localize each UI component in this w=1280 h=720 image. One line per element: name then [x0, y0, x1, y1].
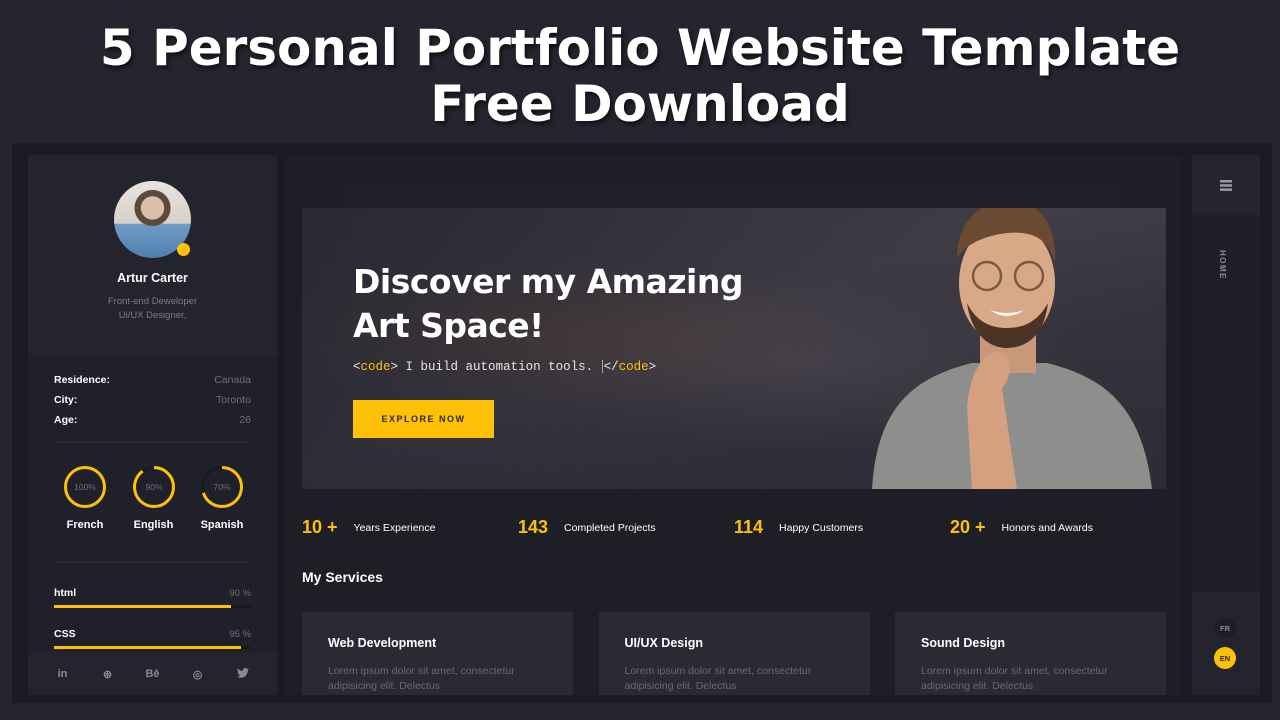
profile-card: Artur Carter Front-end Deweloper Ui/UX D… — [28, 155, 277, 357]
hero-title: Discover my Amazing Art Space! — [353, 260, 813, 348]
explore-now-button[interactable]: EXPLORE NOW — [353, 400, 494, 438]
banner-title-line2: Free Download — [430, 75, 850, 133]
info-key: Age: — [54, 414, 78, 426]
hero-title-line: Discover my Amazing — [353, 262, 743, 301]
behance-icon[interactable]: Bē — [143, 668, 163, 680]
skill-track — [54, 605, 251, 608]
info-row-residence: Residence: Canada — [54, 374, 251, 394]
stat-value: 143 — [518, 517, 549, 537]
ring-label: 90% — [145, 482, 162, 492]
service-description: Lorem ipsum dolor sit amet, consectetur … — [921, 665, 1108, 692]
language-name: Spanish — [200, 519, 244, 531]
language-skills: 100% French 90% English 70% Spanish — [54, 465, 251, 531]
info-key: City: — [54, 394, 78, 406]
lang-fr-button[interactable]: FR — [1214, 617, 1236, 639]
skill-item: html 90 % — [54, 587, 251, 628]
progress-ring: 70% — [201, 466, 243, 508]
text-cursor — [601, 360, 603, 374]
info-value: Toronto — [215, 394, 251, 406]
stat-item: 114 Happy Customers — [734, 517, 950, 538]
stat-item: 10 + Years Experience — [302, 517, 518, 538]
language-item: 90% English — [131, 465, 177, 531]
language-name: English — [133, 519, 174, 531]
typed-text: I build automation tools. — [398, 360, 601, 374]
service-card[interactable]: UI/UX Design Lorem ipsum dolor sit amet,… — [598, 612, 870, 695]
service-title: UI/UX Design — [624, 636, 704, 650]
language-item: 100% French — [62, 465, 108, 531]
profile-sidebar: Artur Carter Front-end Deweloper Ui/UX D… — [28, 155, 277, 695]
right-nav-bar: HOME FR EN — [1192, 155, 1260, 695]
skill-fill — [54, 646, 242, 649]
stats-row: 10 + Years Experience 143 Completed Proj… — [302, 517, 1166, 538]
service-description: Lorem ipsum dolor sit amet, consectetur … — [328, 665, 515, 692]
ring-label: 100% — [74, 482, 96, 492]
service-card[interactable]: Sound Design Lorem ipsum dolor sit amet,… — [895, 612, 1166, 695]
info-key: Residence: — [54, 374, 111, 386]
language-name: French — [66, 519, 104, 531]
page-banner: 5 Personal Portfolio Website Template Fr… — [0, 0, 1280, 143]
stat-item: 20 + Honors and Awards — [950, 517, 1166, 538]
service-description: Lorem ipsum dolor sit amet, consectetur … — [624, 665, 812, 692]
stat-value: 20 + — [950, 517, 986, 537]
avatar — [114, 181, 191, 258]
language-switcher: FR EN — [1192, 592, 1260, 695]
info-row-city: City: Toronto — [54, 394, 251, 414]
divider — [54, 562, 251, 563]
main-content: Discover my Amazing Art Space! <code> I … — [286, 155, 1182, 695]
services-heading: My Services — [302, 569, 383, 585]
hero-person-image — [872, 208, 1152, 489]
info-value: 26 — [239, 414, 251, 426]
role-line: Ui/UX Designer, — [118, 310, 187, 321]
online-status-dot — [177, 243, 190, 256]
banner-title-line1: 5 Personal Portfolio Website Template — [99, 19, 1181, 77]
progress-ring: 100% — [64, 466, 106, 508]
progress-ring: 90% — [132, 466, 175, 508]
stat-label: Years Experience — [353, 521, 436, 534]
linkedin-icon[interactable]: in — [53, 668, 73, 680]
skill-fill — [54, 605, 232, 608]
stat-item: 143 Completed Projects — [518, 517, 734, 538]
stat-label: Happy Customers — [779, 521, 864, 534]
skill-value: 90 % — [229, 588, 251, 599]
hero-title-line: Art Space! — [353, 306, 544, 345]
service-title: Web Development — [328, 636, 437, 650]
language-item: 70% Spanish — [199, 465, 245, 531]
twitter-icon[interactable] — [233, 667, 253, 681]
github-icon[interactable]: ◎ — [188, 668, 208, 681]
skill-name: html — [54, 587, 77, 599]
lang-en-button[interactable]: EN — [1214, 647, 1236, 669]
hamburger-icon — [1220, 179, 1232, 191]
code-tag: code — [618, 360, 649, 374]
stat-value: 114 — [734, 517, 764, 537]
skill-value: 95 % — [229, 629, 251, 640]
hero-typed-text: <code> I build automation tools. </code> — [353, 360, 657, 374]
services-list: Web Development Lorem ipsum dolor sit am… — [302, 612, 1166, 695]
top-strip — [342, 183, 1122, 207]
skill-name: CSS — [54, 628, 76, 640]
ring-label: 70% — [213, 482, 230, 492]
divider — [54, 442, 251, 443]
profile-name: Artur Carter — [117, 271, 188, 285]
stat-label: Completed Projects — [564, 521, 656, 534]
info-row-age: Age: 26 — [54, 414, 251, 434]
role-line: Front-end Deweloper — [107, 296, 198, 307]
skill-track — [54, 646, 251, 649]
stat-value: 10 + — [302, 517, 338, 537]
service-title: Sound Design — [921, 636, 1006, 650]
info-list: Residence: Canada City: Toronto Age: 26 — [54, 374, 251, 434]
dribbble-icon[interactable]: ⊛ — [98, 668, 118, 681]
stat-label: Honors and Awards — [1001, 521, 1093, 534]
service-card[interactable]: Web Development Lorem ipsum dolor sit am… — [302, 612, 573, 695]
current-page-label[interactable]: HOME — [1218, 250, 1227, 280]
social-links: in ⊛ Bē ◎ — [28, 653, 277, 695]
code-tag: code — [360, 360, 391, 374]
info-value: Canada — [214, 374, 251, 386]
menu-button[interactable] — [1192, 155, 1260, 215]
profile-role: Front-end Deweloper Ui/UX Designer, — [28, 295, 277, 323]
hero-banner: Discover my Amazing Art Space! <code> I … — [302, 208, 1166, 489]
